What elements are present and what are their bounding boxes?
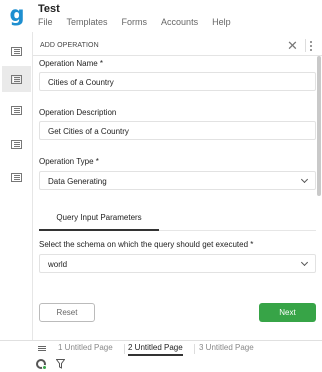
sidebar-item-1[interactable] xyxy=(2,38,31,64)
sidebar-item-3[interactable] xyxy=(2,97,31,123)
close-icon[interactable]: ✕ xyxy=(287,38,298,54)
operation-type-select[interactable]: Data Generating xyxy=(39,171,316,190)
sidebar-item-2[interactable] xyxy=(2,66,31,92)
menu-accounts[interactable]: Accounts xyxy=(161,17,198,27)
bottom-toolbar xyxy=(0,356,322,372)
tab-divider xyxy=(124,344,125,354)
tab-divider xyxy=(194,344,195,354)
list-icon xyxy=(11,74,22,84)
operation-description-input[interactable]: Get Cities of a Country xyxy=(39,121,316,140)
top-bar: g Test File Templates Forms Accounts Hel… xyxy=(0,0,322,32)
operation-description-label: Operation Description xyxy=(39,108,117,117)
reset-button[interactable]: Reset xyxy=(39,303,95,322)
filter-icon[interactable] xyxy=(56,359,65,369)
menu-templates[interactable]: Templates xyxy=(67,17,108,27)
sidebar xyxy=(0,32,33,340)
menu-bar: File Templates Forms Accounts Help xyxy=(38,17,245,27)
schema-label: Select the schema on which the query sho… xyxy=(39,240,254,249)
page-tabs-bar: 1 Untitled Page 2 Untitled Page 3 Untitl… xyxy=(0,340,322,356)
more-vertical-icon[interactable] xyxy=(305,39,315,52)
panel-title: ADD OPERATION xyxy=(40,42,99,49)
operation-type-label: Operation Type * xyxy=(39,157,99,166)
sidebar-item-5[interactable] xyxy=(2,164,31,190)
sidebar-item-4[interactable] xyxy=(2,131,31,157)
add-operation-panel: ADD OPERATION ✕ Operation Name * Cities … xyxy=(33,36,322,340)
chevron-down-icon xyxy=(300,175,309,184)
scrollbar[interactable] xyxy=(317,56,321,196)
status-badge xyxy=(42,365,47,370)
menu-help[interactable]: Help xyxy=(212,17,231,27)
schema-select[interactable]: world xyxy=(39,254,316,273)
list-icon xyxy=(11,46,22,56)
list-icon xyxy=(11,172,22,182)
page-tab-2[interactable]: 2 Untitled Page xyxy=(128,343,183,356)
tab-bar: Query Input Parameters xyxy=(39,206,316,231)
hamburger-menu-icon[interactable] xyxy=(38,346,46,347)
menu-file[interactable]: File xyxy=(38,17,53,27)
next-button[interactable]: Next xyxy=(259,303,316,322)
operation-name-label: Operation Name * xyxy=(39,59,104,68)
panel-header: ADD OPERATION ✕ xyxy=(33,36,322,56)
menu-forms[interactable]: Forms xyxy=(122,17,148,27)
list-icon xyxy=(11,139,22,149)
list-icon xyxy=(11,105,22,115)
app-title: Test xyxy=(38,3,60,15)
operation-name-input[interactable]: Cities of a Country xyxy=(39,72,316,91)
page-tab-3[interactable]: 3 Untitled Page xyxy=(199,343,254,352)
tab-query-input-parameters[interactable]: Query Input Parameters xyxy=(39,206,159,231)
chevron-down-icon xyxy=(300,258,309,267)
page-tab-1[interactable]: 1 Untitled Page xyxy=(58,343,113,352)
app-logo[interactable]: g xyxy=(7,4,27,26)
